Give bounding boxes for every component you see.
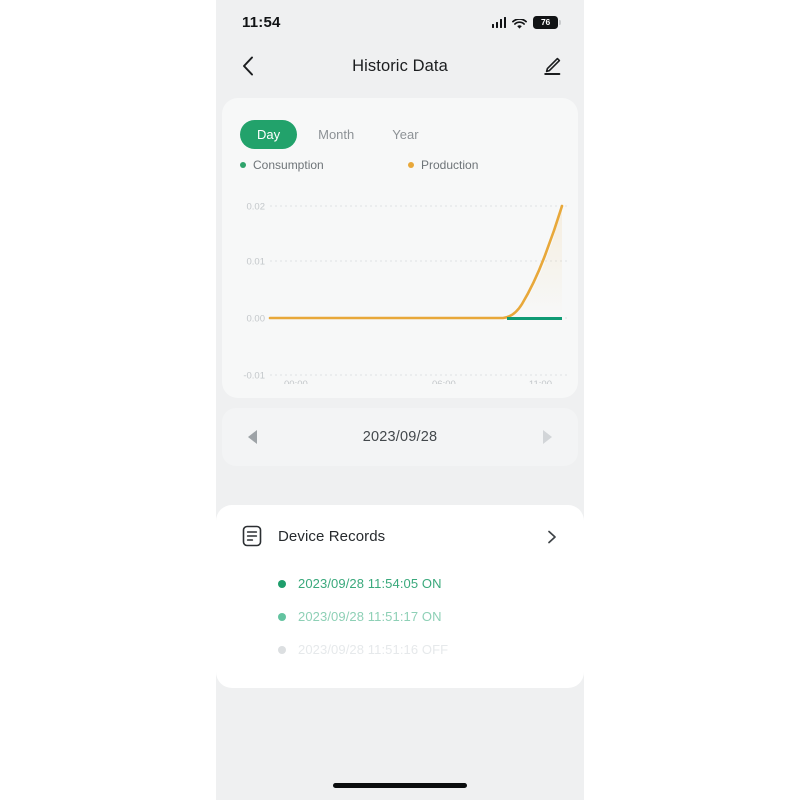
status-indicators: 76	[491, 15, 561, 29]
legend-label-production: Production	[421, 158, 479, 172]
device-records-header[interactable]: Device Records	[216, 505, 584, 567]
record-text: 2023/09/28 11:51:16 OFF	[298, 642, 449, 657]
period-tab-group: Day Month Year	[240, 120, 436, 149]
y-tick-0: 0.02	[247, 202, 266, 213]
navigation-bar: Historic Data	[216, 44, 584, 88]
chart-legend: Consumption Production	[240, 158, 560, 172]
y-tick-1: 0.01	[247, 257, 266, 268]
cellular-signal-icon	[491, 16, 506, 28]
line-chart[interactable]: 0.02 0.01 0.00 -0.01 00:00 06:00 11:00	[222, 194, 578, 390]
phone-screen: 11:54 76 Historic Data Day Month Year Co…	[216, 0, 584, 800]
record-text: 2023/09/28 11:54:05 ON	[298, 576, 442, 591]
edit-button[interactable]	[532, 46, 572, 86]
chevron-right-icon[interactable]	[546, 530, 558, 544]
status-time: 11:54	[242, 13, 281, 31]
device-records-card: Device Records 2023/09/28 11:54:05 ON 20…	[216, 505, 584, 688]
list-item[interactable]: 2023/09/28 11:51:16 OFF	[216, 633, 584, 666]
tab-year[interactable]: Year	[375, 120, 435, 149]
home-indicator	[333, 783, 467, 788]
record-status-dot	[278, 612, 286, 621]
wifi-icon	[512, 17, 527, 29]
chevron-left-icon	[243, 56, 253, 76]
date-navigator: 2023/09/28	[222, 408, 578, 466]
legend-label-consumption: Consumption	[253, 158, 324, 172]
list-item[interactable]: 2023/09/28 11:51:17 ON	[216, 600, 584, 633]
list-item[interactable]: 2023/09/28 11:54:05 ON	[216, 567, 584, 600]
pencil-edit-icon	[544, 57, 561, 75]
previous-day-button[interactable]	[248, 430, 257, 444]
legend-item-production[interactable]: Production	[408, 158, 478, 172]
battery-level: 76	[540, 17, 551, 27]
legend-dot-consumption	[240, 162, 246, 168]
record-status-dot	[278, 645, 286, 654]
chart-y-axis-labels: 0.02 0.01 0.00 -0.01	[243, 202, 265, 382]
x-tick-2: 11:00	[529, 379, 552, 384]
battery-icon: 76	[533, 15, 561, 29]
status-bar: 11:54 76	[216, 0, 584, 44]
x-tick-1: 06:00	[432, 379, 456, 384]
production-line	[268, 204, 564, 320]
y-tick-3: -0.01	[243, 371, 265, 382]
record-text: 2023/09/28 11:51:17 ON	[298, 609, 442, 624]
device-record-list: 2023/09/28 11:54:05 ON 2023/09/28 11:51:…	[216, 567, 584, 666]
record-status-dot	[278, 579, 286, 588]
back-button[interactable]	[228, 46, 268, 86]
page-title: Historic Data	[352, 56, 448, 75]
chart-card: Day Month Year Consumption Production 0.…	[222, 98, 578, 398]
x-tick-0: 00:00	[284, 379, 308, 384]
chart-x-axis-labels: 00:00 06:00 11:00	[284, 379, 552, 390]
tab-month[interactable]: Month	[301, 120, 371, 149]
device-records-title: Device Records	[278, 527, 386, 545]
next-day-button[interactable]	[542, 430, 552, 444]
tab-day[interactable]: Day	[240, 120, 298, 149]
production-area	[270, 206, 562, 318]
chart-gridlines	[270, 205, 570, 376]
document-list-icon	[242, 525, 262, 547]
y-tick-2: 0.00	[247, 314, 266, 325]
legend-dot-production	[408, 162, 414, 168]
selected-date[interactable]: 2023/09/28	[363, 429, 438, 445]
legend-item-consumption[interactable]: Consumption	[240, 158, 408, 172]
